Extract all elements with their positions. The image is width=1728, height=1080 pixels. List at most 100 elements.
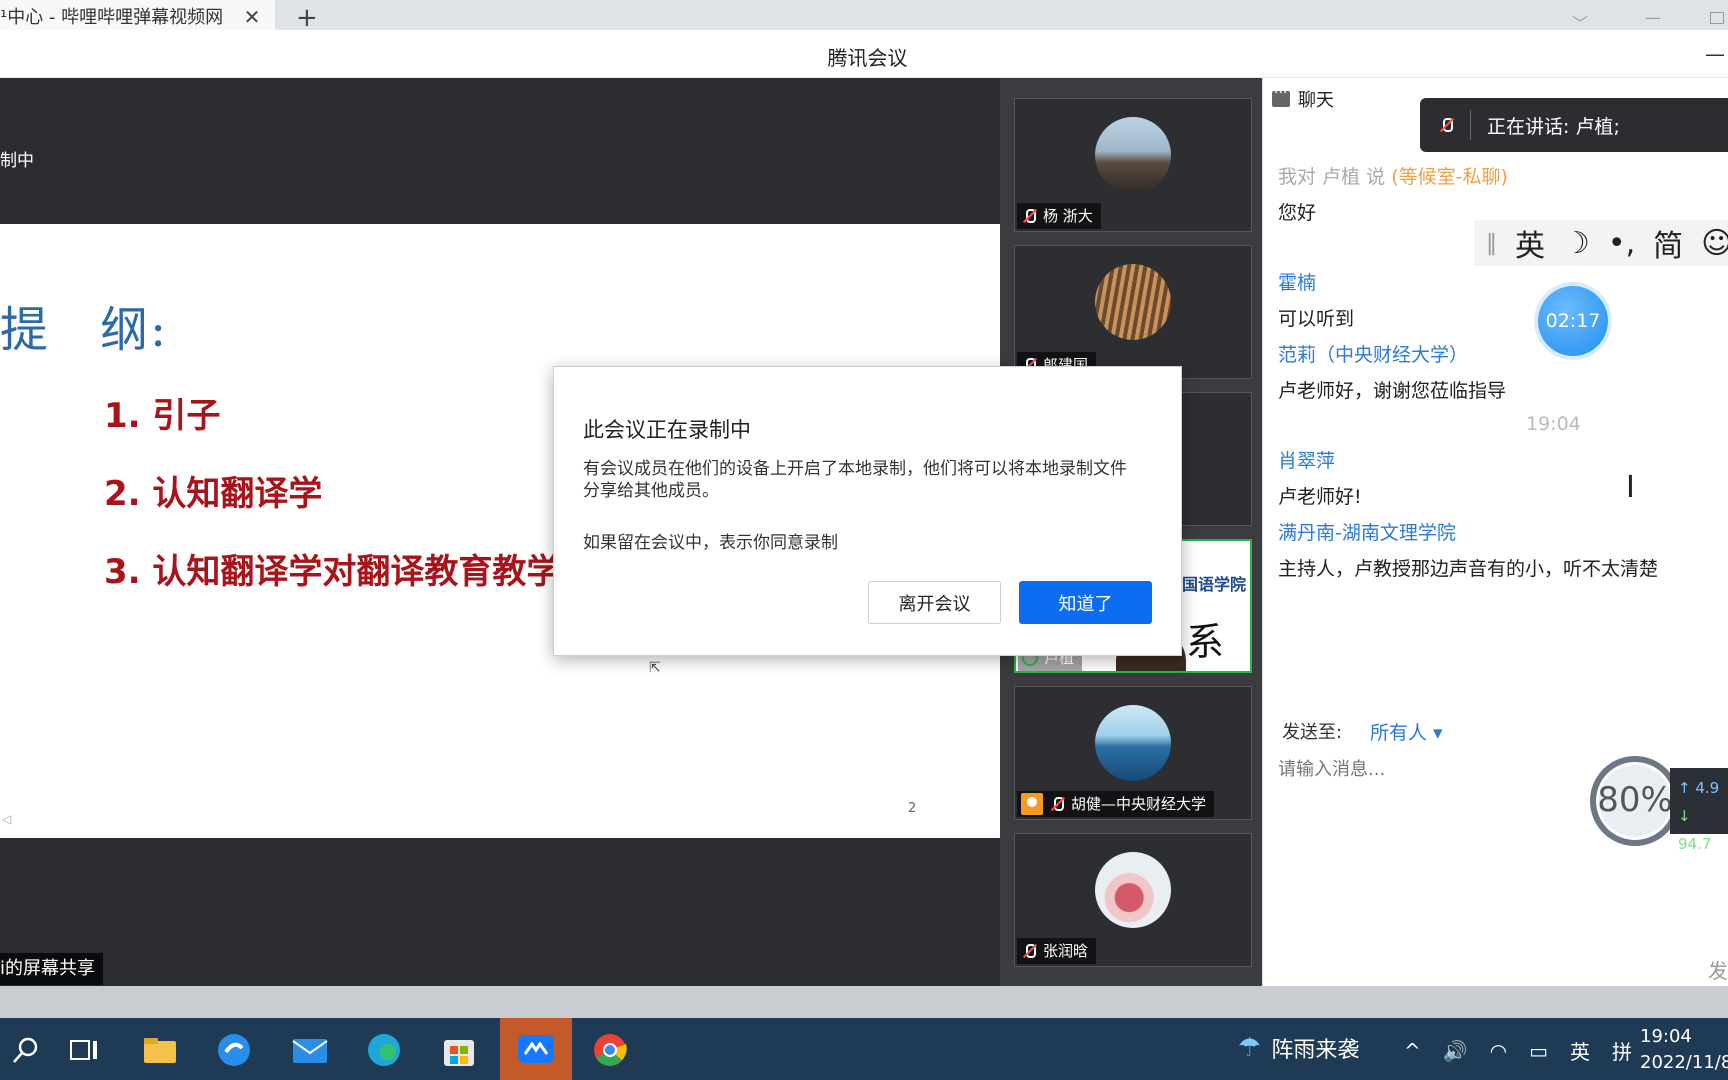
volume-icon[interactable]: 🔊 (1443, 1039, 1468, 1063)
chrome-icon[interactable] (584, 1024, 636, 1076)
window-bottom-strip (0, 986, 1728, 1018)
divider (1470, 110, 1471, 140)
clock-time[interactable]: 19:04 (1640, 1026, 1692, 1047)
new-tab-icon[interactable]: + (296, 5, 320, 31)
chat-prefix: 我对 (1278, 166, 1317, 188)
battery-icon[interactable]: ▭ (1529, 1039, 1548, 1063)
slide-page-number: 2 (908, 801, 917, 816)
slide-nav-icon: ◁ (2, 812, 12, 826)
download-speed: ↓ 94.7 (1678, 807, 1712, 853)
chat-message-body: 可以听到 (1278, 308, 1355, 330)
app-minimize-button[interactable]: — (1705, 42, 1725, 66)
weather-widget[interactable]: ☂ 阵雨来袭 (1238, 1032, 1359, 1064)
ime-lang-toggle[interactable]: 英 (1515, 221, 1545, 265)
tencent-meeting-icon[interactable] (500, 1018, 572, 1080)
floating-timer[interactable]: 02:17 (1538, 286, 1608, 356)
chat-message-body: 卢老师好! (1278, 486, 1362, 508)
text-cursor-icon: I (1626, 470, 1635, 505)
participant-name: 胡健—中央财经大学 (1071, 795, 1207, 813)
speaking-text: 正在讲话: 卢植; (1487, 115, 1620, 138)
chat-icon (1272, 85, 1290, 107)
avatar (1095, 852, 1171, 928)
speaking-indicator: 正在讲话: 卢植; (1420, 98, 1728, 152)
participant-label: 杨 浙大 (1017, 203, 1101, 229)
mail-icon[interactable] (284, 1024, 336, 1076)
browser-tab[interactable]: ¹中心 - 哔哩哔哩弹幕视频网 (0, 0, 275, 30)
chat-sender[interactable]: 霍楠 (1278, 268, 1316, 295)
participant-name: 张润晗 (1043, 942, 1089, 960)
leave-meeting-button[interactable]: 离开会议 (868, 581, 1001, 624)
mic-muted-icon (1049, 796, 1065, 812)
chat-message-body: 卢老师好，谢谢您莅临指导 (1278, 380, 1507, 402)
mic-muted-icon (1438, 117, 1454, 133)
tab-close-icon[interactable]: ✕ (241, 6, 263, 28)
mic-muted-icon (1021, 208, 1037, 224)
network-usage-gauge[interactable]: 80% (1590, 756, 1680, 846)
avatar (1095, 117, 1171, 193)
chat-recipient: 卢植 (1322, 166, 1361, 188)
avatar (1095, 264, 1171, 340)
tray-overflow-icon[interactable]: ^ (1404, 1039, 1421, 1063)
app-title: 腾讯会议 (827, 46, 908, 70)
host-icon (1021, 793, 1043, 815)
system-tray[interactable]: ^ 🔊 ◠ ▭ 英 拼 (1404, 1036, 1632, 1065)
chat-sender[interactable]: 满丹南-湖南文理学院 (1278, 518, 1456, 545)
banner-text: 国语学院 (1182, 575, 1247, 594)
acknowledge-button[interactable]: 知道了 (1019, 581, 1152, 624)
chat-private-tag: (等候室-私聊) (1391, 166, 1508, 188)
video-tile[interactable]: 张润晗 (1014, 833, 1252, 967)
mouse-pointer-icon: ⇱ (649, 660, 661, 676)
clock-date[interactable]: 2022/11/8 (1640, 1052, 1728, 1073)
punctuation-toggle[interactable]: •, (1608, 226, 1635, 261)
window-minimize-icon[interactable]: — (1645, 8, 1663, 27)
chat-header: 聊天 (1272, 85, 1334, 112)
task-view-icon[interactable] (58, 1024, 110, 1076)
video-tile[interactable]: 郎建国 (1014, 245, 1252, 379)
chat-verb: 说 (1366, 166, 1386, 188)
participant-label: 张润晗 (1017, 938, 1097, 964)
dialog-body: 有会议成员在他们的设备上开启了本地录制，他们将可以将本地录制文件分享给其他成员。 (583, 459, 1127, 501)
edge-icon[interactable] (358, 1024, 410, 1076)
file-explorer-icon[interactable] (134, 1024, 186, 1076)
window-restore-icon[interactable] (1710, 12, 1724, 24)
send-to-select[interactable]: 所有人 ▾ (1370, 718, 1443, 745)
banner-text: 系列 (1186, 620, 1225, 664)
ime-indicator[interactable]: 英 (1570, 1036, 1590, 1065)
participant-label: 胡健—中央财经大学 (1017, 791, 1215, 817)
ime-simplified-toggle[interactable]: 简 (1653, 221, 1683, 265)
dialog-title: 此会议正在录制中 (583, 418, 751, 442)
network-speed: ↑ 4.9 ↓ 94.7 (1670, 768, 1728, 853)
chat-title: 聊天 (1298, 90, 1334, 111)
video-tile[interactable]: 胡健—中央财经大学 (1014, 686, 1252, 820)
search-icon[interactable] (0, 1024, 52, 1076)
video-tile[interactable]: 杨 浙大 (1014, 98, 1252, 232)
chat-input[interactable] (1278, 754, 1578, 784)
slide-item: 2. 认知翻译学 (104, 474, 323, 514)
chat-sender[interactable]: 肖翠萍 (1278, 446, 1335, 473)
chat-private-header: 我对 卢植 说 (等候室-私聊) (1278, 162, 1508, 189)
app-icon[interactable] (208, 1024, 260, 1076)
umbrella-icon: ☂ (1238, 1033, 1262, 1063)
wifi-icon[interactable]: ◠ (1490, 1039, 1507, 1063)
upload-speed: ↑ 4.9 (1678, 779, 1720, 797)
chat-message-body: 主持人，卢教授那边声音有的小，听不太清楚 (1278, 558, 1659, 580)
chat-message-body: 您好 (1278, 202, 1317, 224)
ime-mode-icon[interactable]: 拼 (1612, 1036, 1632, 1065)
slide-item: 1. 引子 (104, 396, 221, 436)
mic-muted-icon (1021, 943, 1037, 959)
moon-icon[interactable]: ☽ (1563, 226, 1590, 261)
chat-sender[interactable]: 范莉（中央财经大学） (1278, 340, 1468, 367)
ime-toolbar[interactable]: ‖ 英 ☽ •, 简 ☺ (1474, 220, 1728, 266)
weather-text: 阵雨来袭 (1271, 1038, 1360, 1063)
emoji-icon[interactable]: ☺ (1701, 226, 1728, 261)
participant-name: 杨 浙大 (1043, 207, 1093, 225)
slide-title: 提 纲: (0, 302, 169, 358)
send-button[interactable]: 发 (1708, 955, 1728, 984)
recording-label: 制中 (0, 151, 34, 171)
send-to-label: 发送至: (1282, 722, 1343, 743)
slide-item: 3. 认知翻译学对翻译教育教学 (104, 552, 561, 592)
drag-handle-icon[interactable]: ‖ (1486, 231, 1497, 256)
chat-timestamp: 19:04 (1526, 413, 1581, 435)
avatar (1095, 705, 1171, 781)
store-icon[interactable] (433, 1024, 485, 1076)
